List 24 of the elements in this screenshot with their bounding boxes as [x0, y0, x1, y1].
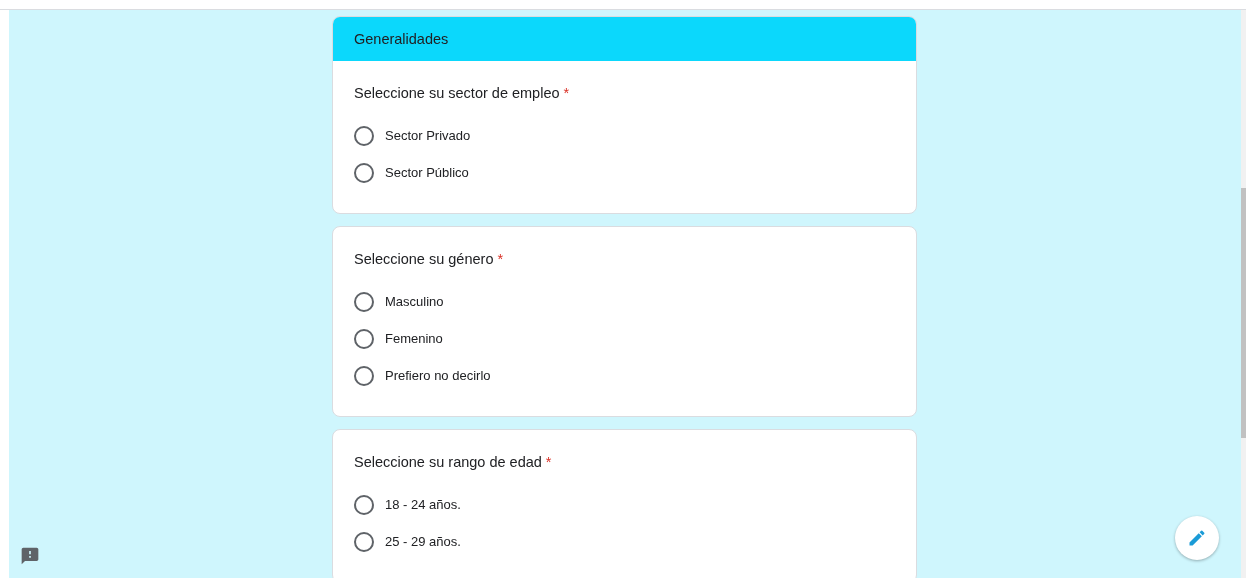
required-asterisk: *: [563, 85, 570, 101]
radio-button[interactable]: [354, 162, 374, 183]
option-label[interactable]: Prefiero no decirlo: [385, 368, 491, 383]
radio-button[interactable]: [354, 125, 374, 146]
option-label[interactable]: Sector Privado: [385, 128, 471, 143]
option-label[interactable]: Sector Público: [385, 165, 469, 180]
radio-button[interactable]: [354, 531, 374, 552]
question-text: Seleccione su sector de empleo: [354, 85, 560, 101]
option-label[interactable]: Masculino: [385, 294, 444, 309]
question-text: Seleccione su rango de edad: [354, 454, 542, 470]
option-label[interactable]: 18 - 24 años.: [385, 497, 461, 512]
question-text: Seleccione su género: [354, 251, 494, 267]
section-title: Generalidades: [333, 17, 916, 61]
radio-button[interactable]: [354, 291, 374, 312]
required-asterisk: *: [497, 251, 504, 267]
radio-button[interactable]: [354, 365, 374, 386]
option-label[interactable]: Femenino: [385, 331, 443, 346]
pencil-icon: [1187, 528, 1207, 548]
feedback-icon[interactable]: [20, 546, 40, 566]
required-asterisk: *: [545, 454, 552, 470]
radio-button[interactable]: [354, 328, 374, 349]
radio-button[interactable]: [354, 494, 374, 515]
edit-button[interactable]: [1175, 516, 1219, 560]
option-label[interactable]: 25 - 29 años.: [385, 534, 461, 549]
